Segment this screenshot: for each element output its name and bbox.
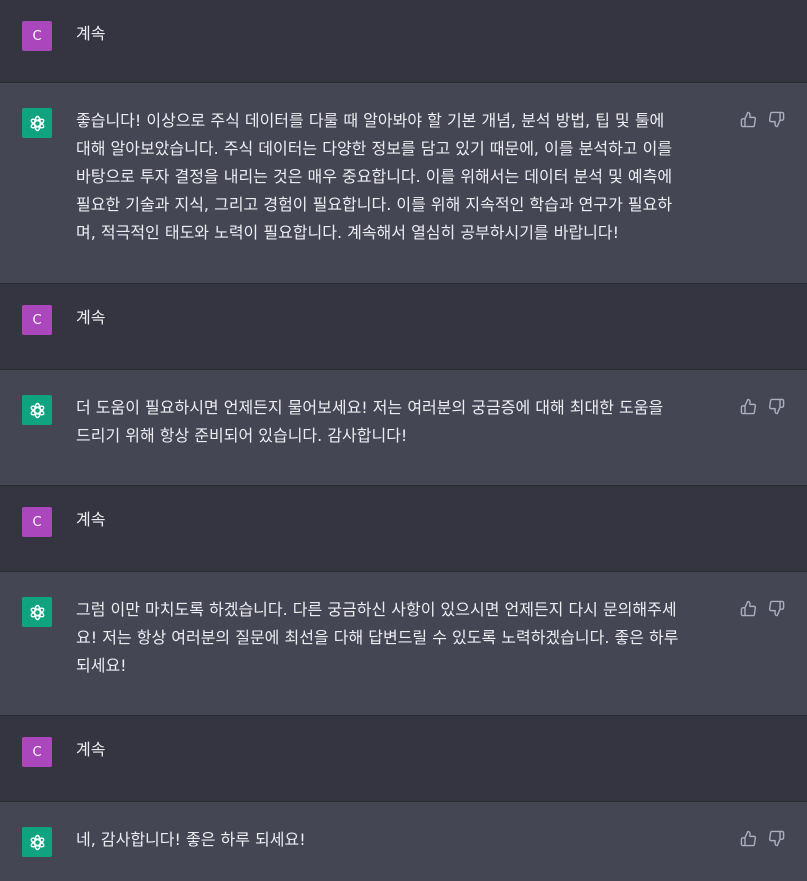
openai-logo-icon [22, 395, 52, 425]
openai-logo-icon [22, 597, 52, 627]
assistant-message-text: 그럼 이만 마치도록 하겠습니다. 다른 궁금하신 사항이 있으시면 언제든지 … [76, 600, 679, 675]
user-message-row: C 계속 [0, 0, 807, 83]
user-avatar: C [22, 305, 52, 335]
assistant-message-row: 네, 감사합니다! 좋은 하루 되세요! [0, 802, 807, 881]
openai-logo-icon [22, 827, 52, 857]
thumbs-up-icon[interactable] [740, 600, 757, 617]
assistant-message-row: 더 도움이 필요하시면 언제든지 물어보세요! 저는 여러분의 궁금증에 대해 … [0, 370, 807, 486]
thumbs-down-icon[interactable] [768, 111, 785, 128]
feedback-buttons [740, 398, 785, 415]
thumbs-up-icon[interactable] [740, 111, 757, 128]
feedback-buttons [740, 830, 785, 847]
assistant-message-text: 좋습니다! 이상으로 주식 데이터를 다룰 때 알아봐야 할 기본 개념, 분석… [76, 111, 673, 242]
assistant-message-text: 네, 감사합니다! 좋은 하루 되세요! [76, 830, 306, 849]
thumbs-down-icon[interactable] [768, 830, 785, 847]
user-message-row: C 계속 [0, 284, 807, 370]
user-avatar: C [22, 21, 52, 51]
feedback-buttons [740, 600, 785, 617]
openai-logo-icon [22, 108, 52, 138]
assistant-message-row: 그럼 이만 마치도록 하겠습니다. 다른 궁금하신 사항이 있으시면 언제든지 … [0, 572, 807, 716]
user-message-text: 계속 [76, 24, 106, 43]
conversation-thread: C 계속 좋습니다! 이상으로 주식 데이터를 다룰 때 알아봐야 할 기본 개… [0, 0, 807, 881]
assistant-message-row: 좋습니다! 이상으로 주식 데이터를 다룰 때 알아봐야 할 기본 개념, 분석… [0, 83, 807, 284]
thumbs-up-icon[interactable] [740, 830, 757, 847]
thumbs-down-icon[interactable] [768, 398, 785, 415]
user-message-text: 계속 [76, 740, 106, 759]
assistant-message-text: 더 도움이 필요하시면 언제든지 물어보세요! 저는 여러분의 궁금증에 대해 … [76, 398, 664, 445]
user-avatar: C [22, 507, 52, 537]
user-message-row: C 계속 [0, 486, 807, 572]
thumbs-up-icon[interactable] [740, 398, 757, 415]
user-message-text: 계속 [76, 510, 106, 529]
user-avatar: C [22, 737, 52, 767]
user-message-row: C 계속 [0, 716, 807, 802]
user-message-text: 계속 [76, 308, 106, 327]
feedback-buttons [740, 111, 785, 128]
thumbs-down-icon[interactable] [768, 600, 785, 617]
